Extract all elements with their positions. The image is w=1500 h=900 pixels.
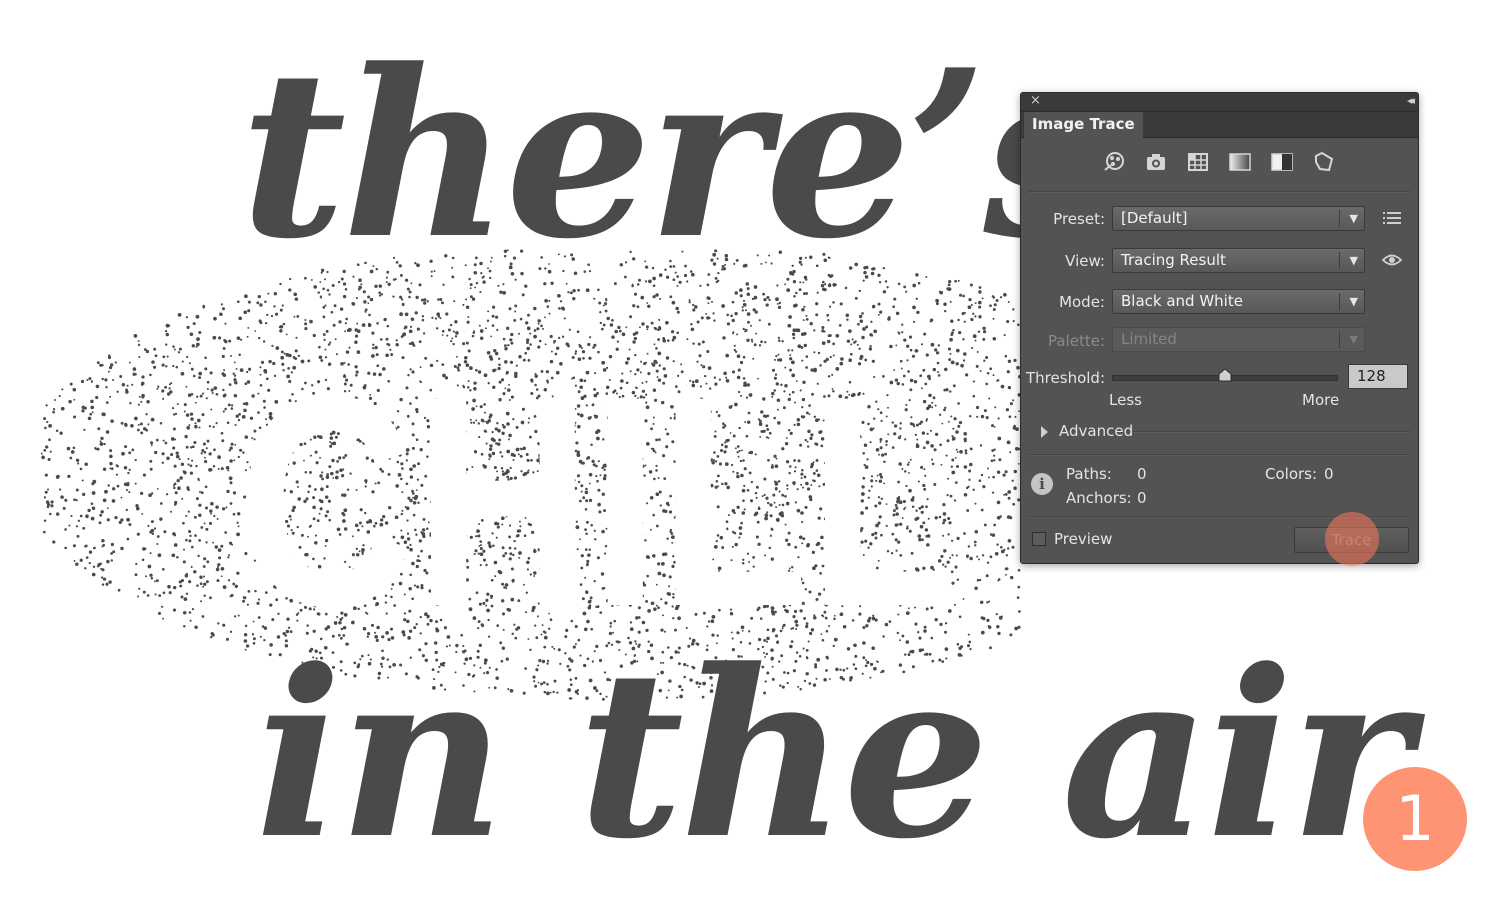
- tab-image-trace[interactable]: Image Trace: [1024, 112, 1143, 138]
- palette-value: Limited: [1121, 330, 1177, 348]
- divider: [1029, 516, 1410, 518]
- chevron-down-icon: ▼: [1349, 212, 1358, 225]
- eye-icon[interactable]: [1381, 253, 1403, 271]
- info-icon: i: [1031, 473, 1053, 495]
- advanced-toggle[interactable]: Advanced: [1059, 422, 1133, 440]
- threshold-slider-thumb[interactable]: [1218, 368, 1232, 382]
- image-trace-panel: × ◂◂ Image Trace Preset: [Default] ▼ Vie…: [1020, 92, 1419, 564]
- paths-value: 0: [1137, 465, 1147, 483]
- anchors-value: 0: [1137, 489, 1147, 507]
- collapse-panel-icon[interactable]: ◂◂: [1407, 94, 1415, 107]
- chill-word: CHILL: [238, 333, 958, 669]
- threshold-more-label: More: [1302, 391, 1340, 409]
- divider: [1029, 454, 1410, 456]
- preset-dropdown[interactable]: [Default] ▼: [1112, 206, 1365, 231]
- palette-label: Palette:: [1047, 332, 1105, 350]
- view-value: Tracing Result: [1121, 251, 1226, 269]
- disclosure-triangle-icon[interactable]: [1041, 426, 1048, 438]
- close-icon[interactable]: ×: [1030, 93, 1041, 108]
- chevron-down-icon: ▼: [1349, 254, 1358, 267]
- preview-label[interactable]: Preview: [1054, 530, 1112, 548]
- preview-checkbox[interactable]: [1032, 532, 1046, 546]
- trace-button[interactable]: Trace: [1294, 527, 1409, 553]
- headline-line-3: in the air: [255, 620, 1411, 890]
- preset-list-menu-icon[interactable]: [1383, 210, 1401, 230]
- chevron-down-icon: ▼: [1349, 295, 1358, 308]
- divider: [1133, 431, 1410, 433]
- preset-label: Preset:: [1053, 210, 1105, 228]
- view-label: View:: [1065, 252, 1105, 270]
- grayscale-icon[interactable]: [1227, 149, 1253, 175]
- black-white-icon[interactable]: [1269, 149, 1295, 175]
- threshold-value-field[interactable]: 128: [1348, 364, 1408, 389]
- low-color-icon[interactable]: [1185, 149, 1211, 175]
- panel-titlebar[interactable]: × ◂◂: [1021, 93, 1418, 112]
- mode-dropdown[interactable]: Black and White ▼: [1112, 289, 1365, 314]
- auto-color-icon[interactable]: [1101, 149, 1127, 175]
- view-dropdown[interactable]: Tracing Result ▼: [1112, 248, 1365, 273]
- colors-value: 0: [1324, 465, 1334, 483]
- mode-label: Mode:: [1059, 293, 1105, 311]
- anchors-label: Anchors:: [1066, 489, 1132, 507]
- paths-label: Paths:: [1066, 465, 1112, 483]
- preset-value: [Default]: [1121, 209, 1188, 227]
- threshold-less-label: Less: [1109, 391, 1142, 409]
- high-color-icon[interactable]: [1143, 149, 1169, 175]
- mode-value: Black and White: [1121, 292, 1243, 310]
- threshold-label: Threshold:: [1026, 369, 1105, 387]
- chevron-down-icon: ▼: [1349, 333, 1358, 346]
- palette-dropdown: Limited ▼: [1112, 327, 1365, 352]
- preset-icon-row: [1021, 149, 1420, 181]
- threshold-slider[interactable]: [1112, 368, 1338, 382]
- panel-tabbar: Image Trace: [1021, 112, 1418, 138]
- step-number-badge: 1: [1363, 767, 1467, 871]
- outline-icon[interactable]: [1311, 149, 1337, 175]
- colors-label: Colors:: [1265, 465, 1318, 483]
- divider: [1029, 191, 1410, 193]
